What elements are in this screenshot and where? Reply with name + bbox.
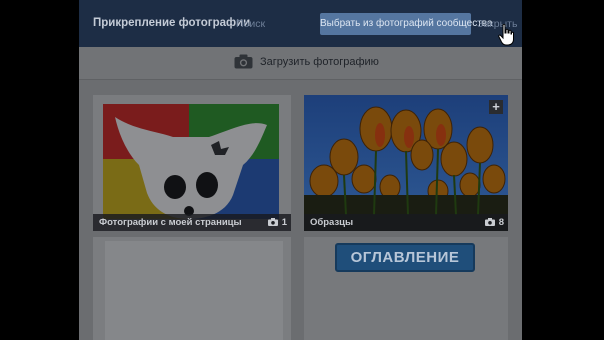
upload-photo-label: Загрузить фотографию xyxy=(260,56,379,68)
album-photo-count: 1 xyxy=(281,217,287,228)
album-name: Фотографии с моей страницы xyxy=(99,217,242,228)
album-name: Образцы xyxy=(310,217,354,228)
photo-attach-dialog: Прикрепление фотографии Поиск Выбрать из… xyxy=(79,0,522,340)
album-caption: Образцы 8 xyxy=(304,214,508,231)
camera-icon xyxy=(268,218,278,226)
album-empty[interactable] xyxy=(93,237,291,340)
album-thumbnail-tulips xyxy=(304,95,508,231)
album-my-page-photos[interactable]: Фотографии с моей страницы 1 xyxy=(93,95,291,231)
camera-icon xyxy=(485,218,495,226)
album-thumbnail-dog-logo xyxy=(93,95,291,231)
dialog-title: Прикрепление фотографии xyxy=(93,17,251,29)
dialog-header: Прикрепление фотографии Поиск Выбрать из… xyxy=(79,0,522,47)
album-photo-count: 8 xyxy=(498,217,504,228)
album-table-of-contents[interactable]: ОГЛАВЛЕНИЕ xyxy=(304,237,508,340)
album-samples[interactable]: + Образцы 8 xyxy=(304,95,508,231)
toc-banner: ОГЛАВЛЕНИЕ xyxy=(335,243,475,272)
album-caption: Фотографии с моей страницы 1 xyxy=(93,214,291,231)
album-empty-thumbnail xyxy=(105,241,283,340)
upload-photo-button[interactable]: Загрузить фотографию xyxy=(79,47,522,80)
choose-community-photos-button[interactable]: Выбрать из фотографий сообщества xyxy=(320,13,493,35)
add-to-album-button[interactable]: + xyxy=(489,100,503,114)
hand-cursor-icon xyxy=(498,24,514,46)
search-link[interactable]: Поиск xyxy=(236,18,265,30)
toc-banner-text: ОГЛАВЛЕНИЕ xyxy=(350,249,460,266)
camera-icon xyxy=(234,54,253,69)
